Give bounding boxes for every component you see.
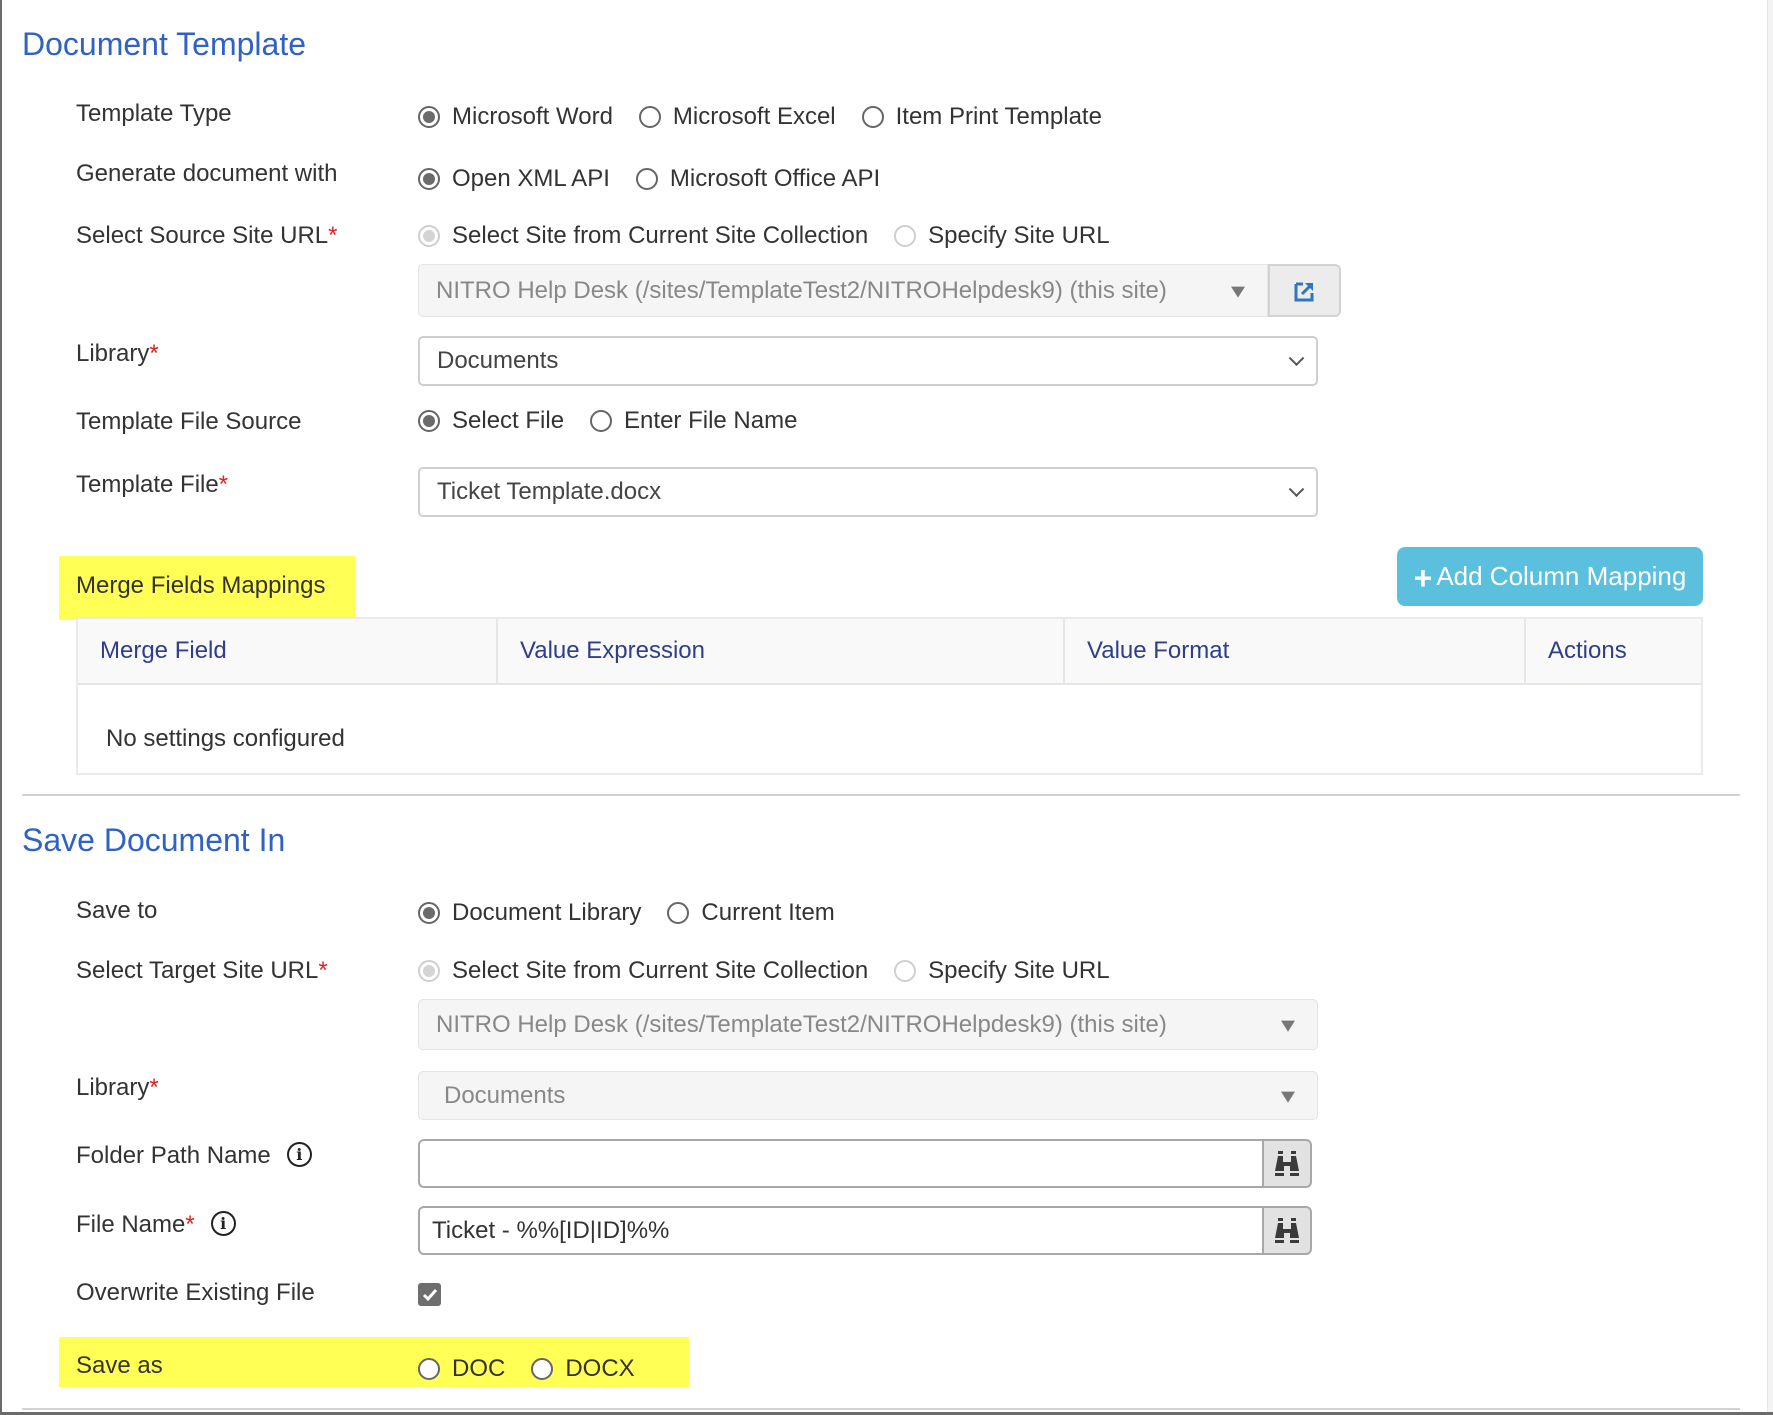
checkmark-icon — [422, 1288, 437, 1301]
source-site-radio-group: Select Site from Current Site Collection… — [418, 222, 1136, 250]
file-name-input[interactable] — [418, 1206, 1262, 1255]
generate-with-label: Generate document with — [76, 160, 338, 187]
required-mark: * — [318, 957, 328, 984]
template-file-label: Template File* — [76, 471, 229, 498]
info-icon[interactable]: i — [286, 1142, 312, 1168]
save-to-label: Save to — [76, 897, 158, 924]
radio-button[interactable] — [418, 168, 440, 190]
required-mark: * — [185, 1211, 195, 1238]
save-to-radio-group: Document Library Current Item — [418, 899, 861, 927]
scrollbar-track[interactable] — [1767, 0, 1773, 1412]
save-library-select[interactable]: Documents — [418, 1071, 1318, 1120]
radio-specify-site-url[interactable]: Specify Site URL — [894, 222, 1110, 250]
folder-path-picker-button[interactable] — [1262, 1139, 1312, 1188]
binoculars-icon — [1275, 1150, 1299, 1176]
library-label: Library* — [76, 340, 159, 367]
file-name-picker-button[interactable] — [1262, 1206, 1312, 1255]
radio-document-library[interactable]: Document Library — [418, 899, 641, 927]
radio-open-xml-api[interactable]: Open XML API — [418, 165, 610, 193]
plus-icon: + — [1413, 560, 1433, 596]
column-header-value-expression[interactable]: Value Expression — [498, 619, 1065, 683]
required-mark: * — [149, 1074, 159, 1101]
dropdown-triangle-icon — [1281, 1091, 1295, 1103]
radio-microsoft-excel[interactable]: Microsoft Excel — [638, 103, 836, 131]
table-header-row: Merge Field Value Expression Value Forma… — [78, 619, 1701, 685]
radio-microsoft-office-api[interactable]: Microsoft Office API — [635, 165, 880, 193]
column-header-actions: Actions — [1548, 637, 1627, 664]
radio-button[interactable] — [894, 225, 917, 247]
template-type-radio-group: Microsoft Word Microsoft Excel Item Prin… — [418, 103, 1128, 131]
required-mark: * — [149, 340, 159, 367]
template-type-label: Template Type — [76, 100, 232, 127]
target-site-select[interactable]: NITRO Help Desk (/sites/TemplateTest2/NI… — [418, 999, 1318, 1050]
source-site-url-label: Select Source Site URL* — [76, 222, 338, 249]
required-mark: * — [218, 471, 229, 498]
radio-select-site-current-collection[interactable]: Select Site from Current Site Collection — [418, 957, 868, 985]
radio-button[interactable] — [894, 960, 917, 982]
template-file-source-radio-group: Select File Enter File Name — [418, 407, 823, 435]
radio-select-site-current-collection[interactable]: Select Site from Current Site Collection — [418, 222, 868, 250]
target-site-url-label: Select Target Site URL* — [76, 957, 328, 984]
section-title-document-template: Document Template — [22, 26, 306, 62]
radio-docx[interactable]: DOCX — [531, 1355, 635, 1383]
chevron-down-icon — [1288, 350, 1305, 367]
generate-with-radio-group: Open XML API Microsoft Office API — [418, 165, 906, 193]
section-divider — [22, 794, 1740, 796]
external-link-icon — [1294, 282, 1313, 301]
radio-current-item[interactable]: Current Item — [667, 899, 835, 927]
radio-button[interactable] — [590, 410, 613, 432]
add-column-mapping-button[interactable]: + Add Column Mapping — [1397, 547, 1703, 606]
radio-button[interactable] — [418, 902, 440, 924]
save-library-label: Library* — [76, 1074, 159, 1101]
radio-enter-file-name[interactable]: Enter File Name — [590, 407, 797, 435]
library-select[interactable]: Documents — [418, 336, 1318, 386]
folder-path-name-label: Folder Path Name i — [76, 1142, 312, 1170]
target-site-radio-group: Select Site from Current Site Collection… — [418, 957, 1136, 985]
radio-button[interactable] — [861, 106, 884, 128]
radio-button[interactable] — [638, 106, 661, 128]
column-header-merge-field[interactable]: Merge Field — [78, 619, 498, 683]
folder-path-input-group — [418, 1139, 1312, 1188]
open-site-button[interactable] — [1268, 264, 1341, 317]
radio-button[interactable] — [418, 225, 440, 247]
overwrite-existing-file-checkbox[interactable] — [418, 1283, 441, 1306]
merge-fields-table: Merge Field Value Expression Value Forma… — [76, 617, 1703, 775]
save-as-radio-group: DOC DOCX — [418, 1355, 661, 1383]
file-name-label: File Name* i — [76, 1211, 236, 1239]
file-name-input-group — [418, 1206, 1312, 1255]
chevron-down-icon — [1288, 481, 1305, 498]
radio-button[interactable] — [635, 168, 658, 190]
info-icon[interactable]: i — [210, 1211, 236, 1237]
section-title-save-document-in: Save Document In — [22, 822, 286, 858]
window-left-border — [0, 0, 2, 1415]
required-mark: * — [328, 222, 338, 249]
radio-item-print-template[interactable]: Item Print Template — [861, 103, 1102, 131]
binoculars-icon — [1275, 1217, 1299, 1243]
radio-microsoft-word[interactable]: Microsoft Word — [418, 103, 613, 131]
folder-path-input[interactable] — [418, 1139, 1262, 1188]
radio-select-file[interactable]: Select File — [418, 407, 564, 435]
radio-doc[interactable]: DOC — [418, 1355, 505, 1383]
radio-button[interactable] — [418, 1358, 440, 1380]
save-as-label: Save as — [76, 1352, 163, 1379]
column-header-value-format[interactable]: Value Format — [1065, 619, 1526, 683]
merge-fields-mappings-label: Merge Fields Mappings — [76, 572, 326, 599]
template-file-source-label: Template File Source — [76, 408, 302, 435]
overwrite-existing-file-label: Overwrite Existing File — [76, 1279, 315, 1306]
radio-button[interactable] — [418, 960, 440, 982]
radio-button[interactable] — [667, 902, 690, 924]
dropdown-triangle-icon — [1281, 1020, 1295, 1032]
radio-button[interactable] — [418, 106, 440, 128]
radio-specify-site-url[interactable]: Specify Site URL — [894, 957, 1110, 985]
section-divider — [22, 1408, 1740, 1410]
empty-table-message: No settings configured — [106, 725, 345, 752]
source-site-select[interactable]: NITRO Help Desk (/sites/TemplateTest2/NI… — [418, 264, 1268, 317]
radio-button[interactable] — [418, 410, 440, 432]
radio-button[interactable] — [531, 1358, 554, 1380]
template-file-select[interactable]: Ticket Template.docx — [418, 467, 1318, 517]
dropdown-triangle-icon — [1231, 286, 1245, 298]
